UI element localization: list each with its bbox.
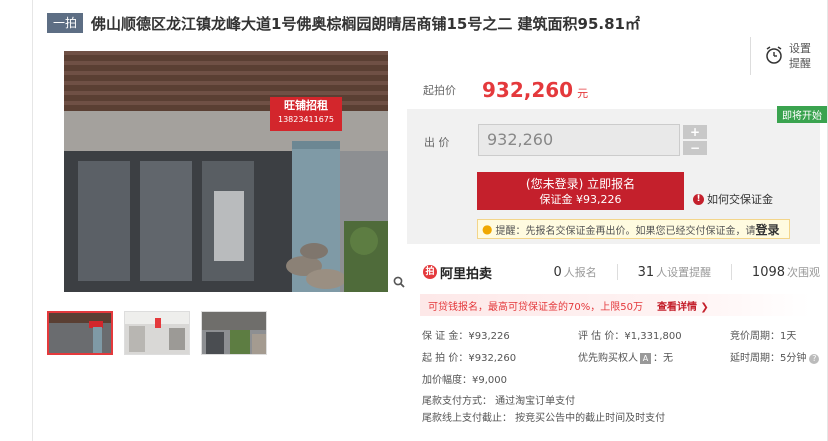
status-badge: 即将开始 xyxy=(777,106,827,123)
appraisal-info: 评 估 价：¥1,331,800 xyxy=(578,331,682,342)
views-label: 次围观 xyxy=(787,266,821,279)
reminders-label: 人设置提醒 xyxy=(656,266,712,279)
ali-logo-text: 阿里拍卖 xyxy=(440,266,493,282)
auction-stats-row: 拍 阿里拍卖 0 人报名 31 人设置提醒 1098 次围观 xyxy=(407,257,820,287)
ali-logo-icon: 拍 xyxy=(423,265,437,279)
zoom-icon[interactable] xyxy=(393,276,405,292)
starting-price-label: 起拍价 xyxy=(423,84,456,97)
registrations-label: 人报名 xyxy=(563,266,597,279)
bid-amount-field[interactable]: 932,260 xyxy=(478,124,680,156)
bid-cycle-info: 竞价周期：1天 xyxy=(730,331,797,342)
reminder-label-1: 设置 xyxy=(789,42,811,55)
alarm-clock-icon xyxy=(765,45,783,68)
how-to-pay-deposit-link[interactable]: ! 如何交保证金 xyxy=(693,191,773,207)
reminders-stat: 31 人设置提醒 xyxy=(638,264,712,280)
reminder-label-2: 提醒 xyxy=(789,57,811,70)
priority-tag-icon: A xyxy=(640,353,651,364)
registrations-count: 0 xyxy=(553,265,562,280)
delay-cycle-text: 延时周期：5分钟 xyxy=(730,353,807,364)
tail-payment-method: 尾款支付方式： 通过淘宝订单支付 xyxy=(422,396,576,407)
bid-increase-button[interactable]: + xyxy=(683,125,707,139)
thumbnail-2[interactable] xyxy=(124,311,190,355)
page-title: 佛山顺德区龙江镇龙峰大道1号佛奥棕榈园朗晴居商铺15号之二 建筑面积95.81㎡ xyxy=(91,14,640,33)
views-stat: 1098 次围观 xyxy=(752,264,820,280)
start-price-info: 起 拍 价：¥932,260 xyxy=(422,353,517,364)
storefront-image xyxy=(64,51,388,292)
set-reminder-button[interactable]: 设置 提醒 xyxy=(750,37,812,75)
price-unit: 元 xyxy=(577,87,589,100)
how-to-pay-label: 如何交保证金 xyxy=(707,193,773,206)
deposit-amount-label: 保证金 ¥93,226 xyxy=(539,193,622,206)
loan-banner: 可贷钱报名，最高可贷保证金的70%，上限50万 查看详情 ❯ xyxy=(420,294,810,316)
login-tip-banner: ● 提醒：先报名交保证金再出价。如果您已经交付保证金，请 登录 xyxy=(477,219,790,239)
increment-info: 加价幅度：¥9,000 xyxy=(422,375,507,386)
deposit-info: 保 证 金：¥93,226 xyxy=(422,331,510,342)
view-details-link[interactable]: 查看详情 ❯ xyxy=(657,298,709,313)
bid-decrease-button[interactable]: − xyxy=(683,141,707,155)
auction-round-badge: 一拍 xyxy=(47,13,84,33)
sign-text: 旺铺招租 xyxy=(284,99,328,112)
ali-auction-logo: 拍 阿里拍卖 xyxy=(423,263,534,282)
lightbulb-icon: ● xyxy=(482,222,493,236)
thumbnail-3[interactable] xyxy=(201,311,267,355)
registrations-stat: 0 人报名 xyxy=(554,264,597,280)
bid-label: 出 价 xyxy=(424,136,450,149)
tail-payment-deadline: 尾款线上支付截止： 按竞买公告中的截止时间及时支付 xyxy=(422,413,666,424)
stat-divider xyxy=(616,264,618,280)
sign-phone: 13823411675 xyxy=(278,115,334,124)
info-icon: ! xyxy=(693,193,704,205)
tip-text: 提醒：先报名交保证金再出价。如果您已经交付保证金，请 xyxy=(495,225,756,237)
thumbnail-1[interactable] xyxy=(47,311,113,355)
main-photo[interactable]: 旺铺招租 13823411675 xyxy=(64,51,388,292)
priority-buyer-value: ：无 xyxy=(653,353,673,364)
thumbnail-strip xyxy=(47,311,267,355)
loan-text: 可贷钱报名，最高可贷保证金的70%，上限50万 xyxy=(428,301,643,313)
register-now-button[interactable]: (您未登录) 立即报名 保证金 ¥93,226 xyxy=(477,172,684,210)
stat-divider xyxy=(731,264,732,280)
starting-price-row: 起拍价 932,260 元 xyxy=(407,74,820,106)
login-link[interactable]: 登录 xyxy=(755,221,779,238)
reminders-count: 31 xyxy=(637,265,655,280)
help-icon[interactable]: ? xyxy=(809,354,820,364)
register-button-label: (您未登录) 立即报名 xyxy=(525,177,636,191)
priority-buyer-info: 优先购买权人 A ：无 xyxy=(578,349,673,364)
priority-buyer-label: 优先购买权人 xyxy=(578,353,638,364)
starting-price-value: 932,260 xyxy=(482,78,574,102)
views-count: 1098 xyxy=(751,265,786,280)
delay-cycle-info: 延时周期：5分钟? xyxy=(730,349,820,364)
header: 一拍 佛山顺德区龙江镇龙峰大道1号佛奥棕榈园朗晴居商铺15号之二 建筑面积95.… xyxy=(47,12,640,34)
